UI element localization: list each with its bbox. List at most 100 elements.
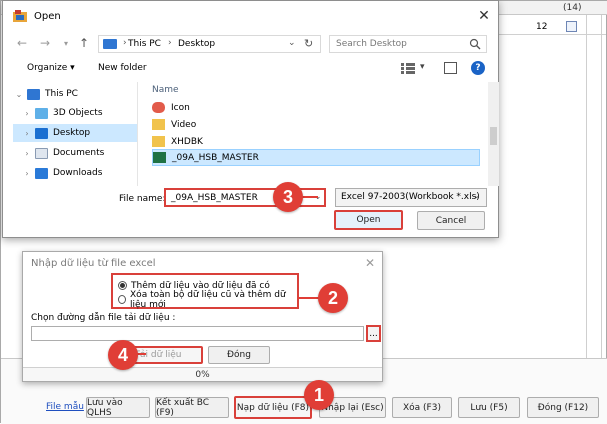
delete-button[interactable]: Xóa (F3)	[392, 397, 452, 418]
file-name: _09A_HSB_MASTER	[172, 152, 259, 163]
grid-divider	[601, 15, 602, 358]
file-name: XHDBK	[171, 136, 203, 147]
forward-arrow-icon[interactable]: →	[36, 34, 54, 52]
list-item[interactable]: Icon	[152, 99, 480, 116]
scrollbar[interactable]	[137, 82, 138, 186]
import-mode-radio-group: Thêm dữ liệu vào dữ liệu đã có Xóa toàn …	[111, 273, 299, 310]
browse-button[interactable]: ...	[366, 325, 381, 342]
table-row[interactable]: 12	[496, 21, 606, 35]
search-icon	[469, 38, 481, 50]
cancel-button[interactable]: Cancel	[417, 211, 485, 230]
downloads-icon	[35, 167, 48, 179]
open-dialog-icon	[13, 10, 27, 22]
row-detail-icon[interactable]	[566, 21, 577, 32]
chevron-down-icon[interactable]: ⌄	[13, 90, 25, 99]
list-item[interactable]: Video	[152, 116, 480, 133]
chevron-right-icon[interactable]: ›	[123, 38, 127, 48]
chevron-right-icon[interactable]: ›	[21, 149, 33, 158]
radio-button[interactable]	[118, 295, 127, 304]
column-header-name[interactable]: Name	[152, 85, 179, 95]
file-name: Icon	[171, 102, 190, 113]
close-dialog-button[interactable]: Đóng	[208, 346, 270, 364]
breadcrumb-this-pc[interactable]: This PC	[128, 39, 161, 49]
sidebar-item-label: This PC	[45, 89, 78, 99]
sidebar-item-this-pc[interactable]: ⌄ This PC	[13, 85, 137, 103]
this-pc-icon	[103, 39, 117, 49]
file-path-input[interactable]	[31, 326, 364, 341]
folder-icon	[152, 136, 165, 147]
chevron-down-icon[interactable]: ⌄	[473, 191, 481, 201]
chevron-down-icon[interactable]: ▾	[420, 62, 425, 72]
step-marker-1: 1	[304, 380, 334, 410]
scrollbar-thumb[interactable]	[490, 127, 497, 145]
progress-bar: 0%	[23, 367, 382, 381]
import-data-button[interactable]: Nạp dữ liệu (F8)	[234, 396, 312, 419]
file-type-select[interactable]: Excel 97-2003(Workbook *.xls) ⌄	[335, 188, 487, 207]
close-icon[interactable]: ✕	[473, 5, 495, 27]
step-marker-2: 2	[318, 283, 348, 313]
radio-button[interactable]	[118, 281, 127, 290]
title-bar: Open ✕	[3, 1, 498, 31]
recent-chevron-icon[interactable]: ▾	[57, 34, 75, 52]
export-report-button[interactable]: Kết xuất BC (F9)	[155, 397, 229, 418]
refresh-icon[interactable]: ↻	[304, 37, 313, 50]
address-bar[interactable]: › This PC › Desktop ⌄ ↻	[98, 35, 321, 53]
icon-folder-icon	[152, 102, 165, 113]
save-to-qlhs-button[interactable]: Lưu vào QLHS	[86, 397, 150, 418]
chevron-right-icon[interactable]: ›	[21, 129, 33, 138]
path-label: Chọn đường dẫn file tải dữ liệu :	[31, 313, 176, 323]
chevron-right-icon[interactable]: ›	[168, 38, 172, 48]
open-button[interactable]: Open	[334, 210, 403, 230]
sidebar-item-3d-objects[interactable]: › 3D Objects	[13, 104, 137, 122]
list-item[interactable]: XHDBK	[152, 133, 480, 150]
step-marker-3: 3	[273, 182, 303, 212]
dialog-title: Nhập dữ liệu từ file excel	[31, 258, 156, 269]
open-file-dialog: Open ✕ ← → ▾ ↑ › This PC › Desktop ⌄ ↻ S…	[2, 0, 499, 238]
radio-option-replace[interactable]: Xóa toàn bộ dữ liệu cũ và thêm dữ liệu m…	[118, 290, 297, 310]
excel-file-icon	[153, 152, 166, 163]
chevron-right-icon[interactable]: ›	[21, 109, 33, 118]
file-name: Video	[171, 119, 197, 130]
organize-menu[interactable]: Organize ▾	[27, 63, 75, 73]
close-icon[interactable]: ✕	[361, 254, 379, 272]
chevron-right-icon[interactable]: ›	[21, 169, 33, 178]
preview-pane-icon[interactable]	[444, 62, 457, 74]
help-icon[interactable]: ?	[471, 61, 485, 75]
file-list: Name Icon Video XHDBK _09A_HSB_MASTER	[144, 82, 488, 186]
import-excel-dialog: Nhập dữ liệu từ file excel ✕ Thêm dữ liệ…	[22, 251, 383, 382]
new-folder-button[interactable]: New folder	[98, 63, 147, 73]
sidebar-item-desktop[interactable]: › Desktop	[13, 124, 137, 142]
file-type-value: Excel 97-2003(Workbook *.xls)	[341, 192, 480, 202]
3d-objects-icon	[35, 107, 48, 119]
file-name-label: File name:	[119, 194, 166, 204]
row-value: 12	[536, 22, 548, 32]
folder-icon	[152, 119, 165, 130]
callout-line	[298, 297, 320, 299]
sidebar-item-label: Documents	[53, 148, 105, 158]
grid-divider	[586, 15, 587, 358]
scrollbar[interactable]	[488, 82, 499, 186]
up-arrow-icon[interactable]: ↑	[75, 34, 93, 52]
search-input[interactable]: Search Desktop	[329, 35, 487, 53]
sidebar-item-downloads[interactable]: › Downloads	[13, 164, 137, 182]
documents-icon	[35, 147, 48, 159]
sidebar-item-documents[interactable]: › Documents	[13, 144, 137, 162]
sidebar-item-label: Desktop	[53, 128, 91, 138]
desktop-icon	[35, 127, 48, 139]
list-item-selected[interactable]: _09A_HSB_MASTER	[152, 149, 480, 166]
save-button[interactable]: Lưu (F5)	[458, 397, 520, 418]
back-arrow-icon[interactable]: ←	[13, 34, 31, 52]
breadcrumb-desktop[interactable]: Desktop	[178, 39, 215, 49]
view-options-icon[interactable]	[401, 63, 415, 74]
navigation-pane: ⌄ This PC › 3D Objects › Desktop › Docum…	[13, 82, 138, 186]
this-pc-icon	[27, 88, 40, 100]
close-button[interactable]: Đóng (F12)	[527, 397, 599, 418]
toolbar: Organize ▾ New folder ▾ ?	[3, 58, 498, 80]
chevron-down-icon[interactable]: ⌄	[288, 38, 296, 48]
radio-label: Xóa toàn bộ dữ liệu cũ và thêm dữ liệu m…	[130, 289, 286, 310]
grid-col-header: (14)	[563, 3, 582, 13]
file-name-value: _09A_HSB_MASTER	[171, 193, 258, 203]
search-placeholder: Search Desktop	[336, 39, 407, 49]
template-file-link[interactable]: File mẫu	[46, 402, 84, 412]
sidebar-item-label: Downloads	[53, 168, 103, 178]
